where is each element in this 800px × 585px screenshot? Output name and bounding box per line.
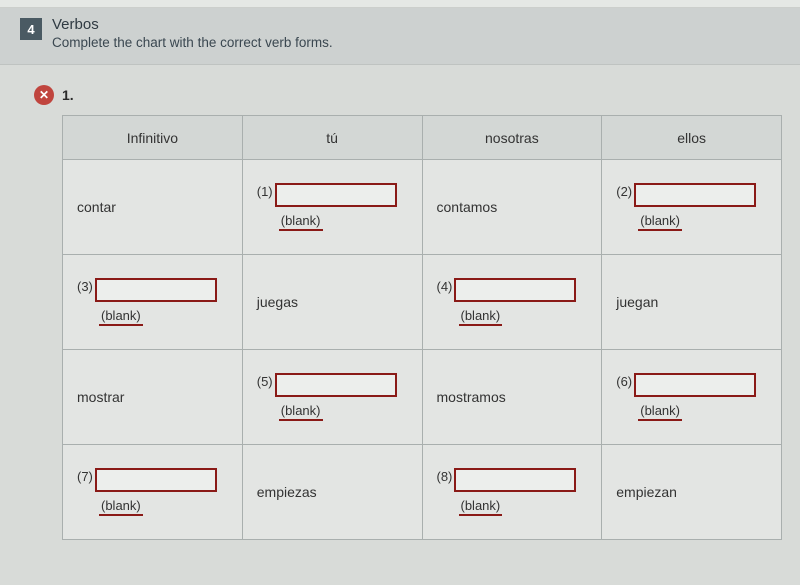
table-body: contar (1) (blank) contamos (2) (blank) (3) (bl… (63, 160, 782, 540)
table-cell-tu: juegas (242, 255, 422, 350)
blank-field: (3) (blank) (77, 278, 230, 327)
table-cell-infinitivo: (3) (blank) (63, 255, 243, 350)
blank-label: (blank) (99, 308, 143, 327)
question-number: 1. (62, 87, 74, 103)
blank-label: (blank) (459, 498, 503, 517)
verb-text: juegan (616, 294, 658, 310)
table-cell-infinitivo: contar (63, 160, 243, 255)
table-cell-nosotras: (4) (blank) (422, 255, 602, 350)
blank-field: (5) (blank) (257, 373, 410, 422)
table-cell-infinitivo: (7) (blank) (63, 445, 243, 540)
table-cell-infinitivo: mostrar (63, 350, 243, 445)
blank-field: (2) (blank) (616, 183, 769, 232)
blank-number: (2) (616, 183, 632, 198)
exercise-header: 4 Verbos Complete the chart with the cor… (0, 8, 800, 65)
blank-label: (blank) (99, 498, 143, 517)
header-text-block: Verbos Complete the chart with the corre… (52, 16, 333, 50)
table-cell-nosotras: (8) (blank) (422, 445, 602, 540)
table-cell-ellos: (2) (blank) (602, 160, 782, 255)
verb-text: empiezas (257, 484, 317, 500)
verb-text: mostramos (437, 389, 506, 405)
question-row: ✕ 1. (34, 85, 772, 105)
blank-input[interactable] (634, 183, 756, 207)
table-cell-ellos: empiezan (602, 445, 782, 540)
verb-text: mostrar (77, 389, 124, 405)
table-row: (3) (blank) juegas (4) (blank) juegan (63, 255, 782, 350)
blank-number: (8) (437, 468, 453, 483)
blank-input[interactable] (95, 468, 217, 492)
verb-text: contar (77, 199, 116, 215)
verb-text: contamos (437, 199, 498, 215)
blank-field: (4) (blank) (437, 278, 590, 327)
verb-chart-table: Infinitivo tú nosotras ellos contar (1) (b… (62, 115, 782, 540)
exercise-title: Verbos (52, 16, 333, 33)
blank-label: (blank) (459, 308, 503, 327)
blank-label: (blank) (279, 213, 323, 232)
blank-label: (blank) (638, 213, 682, 232)
table-cell-tu: empiezas (242, 445, 422, 540)
blank-input[interactable] (454, 278, 576, 302)
table-cell-tu: (5) (blank) (242, 350, 422, 445)
verb-text: juegas (257, 294, 298, 310)
blank-number: (1) (257, 183, 273, 198)
blank-number: (4) (437, 278, 453, 293)
blank-field: (1) (blank) (257, 183, 410, 232)
col-header-ellos: ellos (602, 116, 782, 160)
blank-label: (blank) (638, 403, 682, 422)
blank-number: (7) (77, 468, 93, 483)
blank-input[interactable] (634, 373, 756, 397)
table-cell-nosotras: mostramos (422, 350, 602, 445)
blank-field: (7) (blank) (77, 468, 230, 517)
exercise-instructions: Complete the chart with the correct verb… (52, 35, 333, 50)
table-cell-nosotras: contamos (422, 160, 602, 255)
table-row: (7) (blank) empiezas (8) (blank) empiezan (63, 445, 782, 540)
blank-field: (8) (blank) (437, 468, 590, 517)
col-header-nosotras: nosotras (422, 116, 602, 160)
blank-input[interactable] (454, 468, 576, 492)
blank-label: (blank) (279, 403, 323, 422)
section-number-badge: 4 (20, 18, 42, 40)
table-cell-tu: (1) (blank) (242, 160, 422, 255)
table-cell-ellos: (6) (blank) (602, 350, 782, 445)
table-header-row: Infinitivo tú nosotras ellos (63, 116, 782, 160)
table-cell-ellos: juegan (602, 255, 782, 350)
content-area: ✕ 1. Infinitivo tú nosotras ellos contar… (0, 65, 800, 550)
incorrect-marker-icon: ✕ (34, 85, 54, 105)
blank-field: (6) (blank) (616, 373, 769, 422)
blank-number: (3) (77, 278, 93, 293)
table-row: mostrar (5) (blank) mostramos (6) (blank) (63, 350, 782, 445)
blank-number: (5) (257, 373, 273, 388)
blank-input[interactable] (95, 278, 217, 302)
table-row: contar (1) (blank) contamos (2) (blank) (63, 160, 782, 255)
blank-input[interactable] (275, 183, 397, 207)
blank-number: (6) (616, 373, 632, 388)
col-header-infinitivo: Infinitivo (63, 116, 243, 160)
verb-text: empiezan (616, 484, 677, 500)
col-header-tu: tú (242, 116, 422, 160)
blank-input[interactable] (275, 373, 397, 397)
window-top-bar (0, 0, 800, 8)
